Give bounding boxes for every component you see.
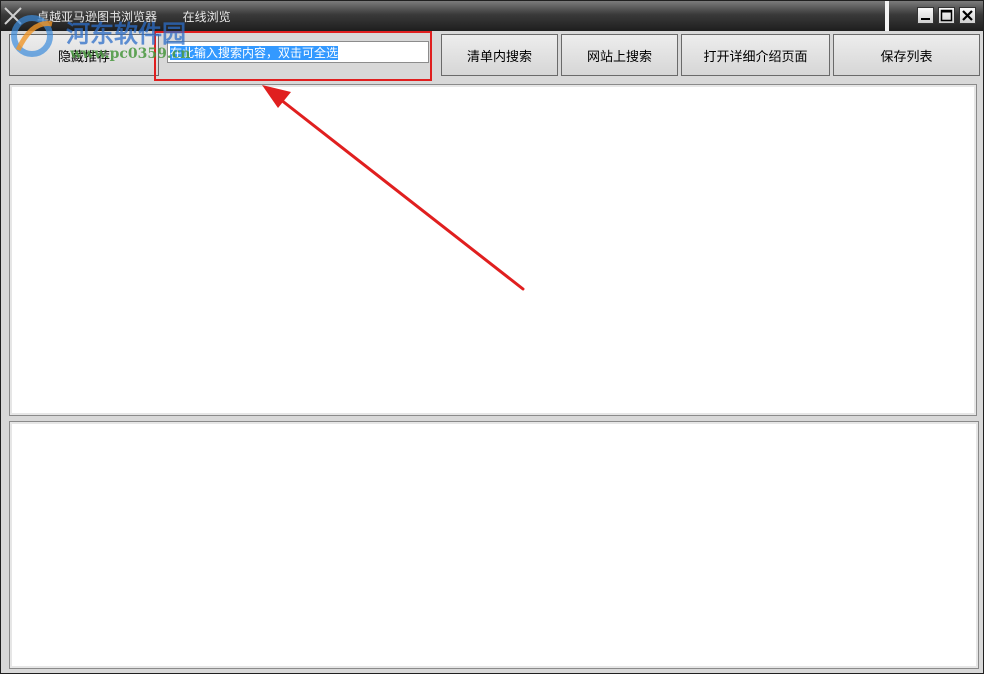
window-title-sub: 在线浏览 <box>182 10 231 24</box>
maximize-button[interactable] <box>938 7 955 24</box>
close-icon <box>962 10 973 21</box>
detail-browser-pane[interactable] <box>9 421 979 669</box>
app-icon <box>4 7 22 25</box>
search-input-value: 在此输入搜索内容，双击可全选 <box>170 46 339 60</box>
book-list-pane[interactable] <box>9 84 977 416</box>
search-web-button[interactable]: 网站上搜索 <box>561 34 678 76</box>
save-list-button[interactable]: 保存列表 <box>833 34 980 76</box>
search-in-list-button[interactable]: 清单内搜索 <box>441 34 558 76</box>
minimize-icon <box>921 18 930 20</box>
search-in-list-label: 清单内搜索 <box>466 49 532 65</box>
hide-recommend-button[interactable]: 隐藏推荐 <box>9 34 159 76</box>
hide-recommend-label: 隐藏推荐 <box>57 49 110 65</box>
title-bar-divider <box>885 1 889 31</box>
close-button[interactable] <box>959 7 976 24</box>
minimize-button[interactable] <box>917 7 934 24</box>
open-detail-label: 打开详细介绍页面 <box>703 49 808 65</box>
window-title-main: 卓越亚马逊图书浏览器 <box>37 10 158 24</box>
toolbar: 隐藏推荐 在此输入搜索内容，双击可全选 清单内搜索 网站上搜索 打开详细介绍页面… <box>1 31 983 79</box>
window-title: 卓越亚马逊图书浏览器 在线浏览 <box>37 8 231 25</box>
title-bar[interactable]: 卓越亚马逊图书浏览器 在线浏览 <box>1 1 983 31</box>
maximize-icon <box>940 9 953 22</box>
app-window: 卓越亚马逊图书浏览器 在线浏览 隐藏推荐 在此输入搜索内容，双击可全选 清单内搜… <box>0 0 984 674</box>
search-web-label: 网站上搜索 <box>586 49 652 65</box>
save-list-label: 保存列表 <box>880 49 933 65</box>
search-input[interactable]: 在此输入搜索内容，双击可全选 <box>167 41 429 63</box>
open-detail-page-button[interactable]: 打开详细介绍页面 <box>681 34 830 76</box>
